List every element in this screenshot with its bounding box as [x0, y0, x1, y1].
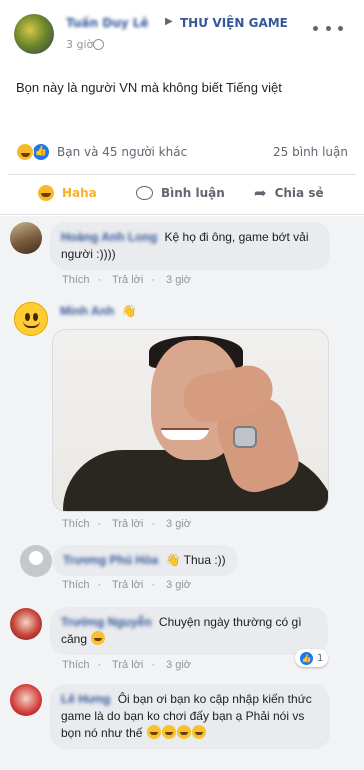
- grin-emoji-icon: [91, 631, 106, 645]
- comment-photo[interactable]: [52, 329, 329, 512]
- like-comment-link[interactable]: Thích: [62, 274, 90, 286]
- grin-emoji-icon: [191, 725, 206, 739]
- grin-emoji-icon: [161, 725, 176, 739]
- comment-time[interactable]: 3 giờ: [166, 274, 191, 286]
- reaction-count-text[interactable]: Bạn và 45 người khác: [57, 145, 187, 159]
- comment-button[interactable]: Bình luận: [136, 182, 225, 204]
- comment-time[interactable]: 3 giờ: [166, 518, 191, 530]
- comment-count[interactable]: 25 bình luận: [273, 145, 348, 159]
- grin-emoji-icon: [176, 725, 191, 739]
- comment-avatar[interactable]: [10, 222, 42, 254]
- like-comment-link[interactable]: Thích: [62, 579, 90, 591]
- comment-time[interactable]: 3 giờ: [166, 579, 191, 591]
- comments-section: Hoàng Anh Long Kệ họ đi ông, game bớt vả…: [0, 216, 364, 770]
- comment-actions: Thích · Trả lời · 3 giờ: [62, 659, 191, 671]
- arrow-right-icon: ▶: [165, 16, 173, 27]
- post-author-name[interactable]: Tuấn Duy Lê: [66, 16, 149, 30]
- post-author-avatar[interactable]: [14, 14, 54, 54]
- share-button[interactable]: ➦ Chia sẻ: [254, 182, 324, 204]
- comment-author[interactable]: Hoàng Anh Long: [61, 230, 157, 244]
- comment-bubble: Trường Nguyễn Chuyện ngày thường có gì c…: [50, 607, 328, 655]
- globe-icon: [93, 39, 104, 50]
- comment-bubble: Trương Phú Hòa 👋 Thua :)): [52, 545, 238, 576]
- comment-avatar[interactable]: [10, 608, 42, 640]
- group-name-link[interactable]: THƯ VIỆN GAME: [180, 16, 288, 30]
- comment-bubble: Hoàng Anh Long Kệ họ đi ông, game bớt vả…: [50, 222, 330, 270]
- post-time[interactable]: 3 giờ: [66, 38, 93, 51]
- comment-avatar[interactable]: [10, 684, 42, 716]
- comment-actions: Thích · Trả lời · 3 giờ: [62, 274, 191, 286]
- haha-icon: [38, 185, 54, 201]
- haha-button[interactable]: Haha: [38, 182, 97, 204]
- comment-actions: Thích · Trả lời · 3 giờ: [62, 579, 191, 591]
- comment-author[interactable]: Lê Hưng: [61, 692, 110, 706]
- like-comment-link[interactable]: Thích: [62, 518, 90, 530]
- reply-comment-link[interactable]: Trả lời: [112, 659, 143, 671]
- like-reaction-icon: 👍: [32, 143, 50, 161]
- comment-avatar[interactable]: [20, 545, 52, 577]
- reply-comment-link[interactable]: Trả lời: [112, 274, 143, 286]
- comment-icon: [136, 186, 153, 200]
- comment-author[interactable]: Minh Anh: [60, 304, 114, 318]
- comment-reaction-badge[interactable]: 👍 1: [295, 649, 329, 667]
- reply-comment-link[interactable]: Trả lời: [112, 579, 143, 591]
- reply-comment-link[interactable]: Trả lời: [112, 518, 143, 530]
- comment-actions: Thích · Trả lời · 3 giờ: [62, 518, 191, 530]
- share-icon: ➦: [254, 184, 267, 202]
- comment-author[interactable]: Trương Phú Hòa: [63, 553, 158, 567]
- post-card: Tuấn Duy Lê ▶ THƯ VIỆN GAME 3 giờ Bọn nà…: [0, 0, 364, 215]
- haha-reaction-icon: [16, 143, 34, 161]
- comment-text: 👋: [121, 304, 137, 318]
- like-reaction-icon: 👍: [300, 651, 313, 665]
- like-comment-link[interactable]: Thích: [62, 659, 90, 671]
- comment-bubble: Minh Anh 👋: [52, 303, 145, 320]
- comment-avatar[interactable]: [14, 302, 48, 336]
- comment-label: Bình luận: [161, 186, 225, 200]
- watch-icon: [233, 426, 257, 448]
- comment-bubble: Lê Hưng Ôi bạn ơi bạn ko cập nhập kiến t…: [50, 684, 330, 749]
- comment-time[interactable]: 3 giờ: [166, 659, 191, 671]
- comment-reaction-count: 1: [317, 652, 324, 664]
- grin-emoji-icon: [146, 725, 161, 739]
- reaction-summary[interactable]: 👍 Bạn và 45 người khác 25 bình luận: [0, 137, 364, 167]
- share-label: Chia sẻ: [274, 186, 324, 200]
- haha-label: Haha: [62, 186, 97, 200]
- post-action-bar: Haha Bình luận ➦ Chia sẻ: [8, 174, 356, 210]
- more-options-icon[interactable]: [313, 26, 343, 36]
- comment-text: 👋 Thua :)): [165, 553, 226, 567]
- post-text: Bọn này là người VN mà không biết Tiếng …: [16, 80, 282, 95]
- comment-author[interactable]: Trường Nguyễn: [61, 615, 152, 629]
